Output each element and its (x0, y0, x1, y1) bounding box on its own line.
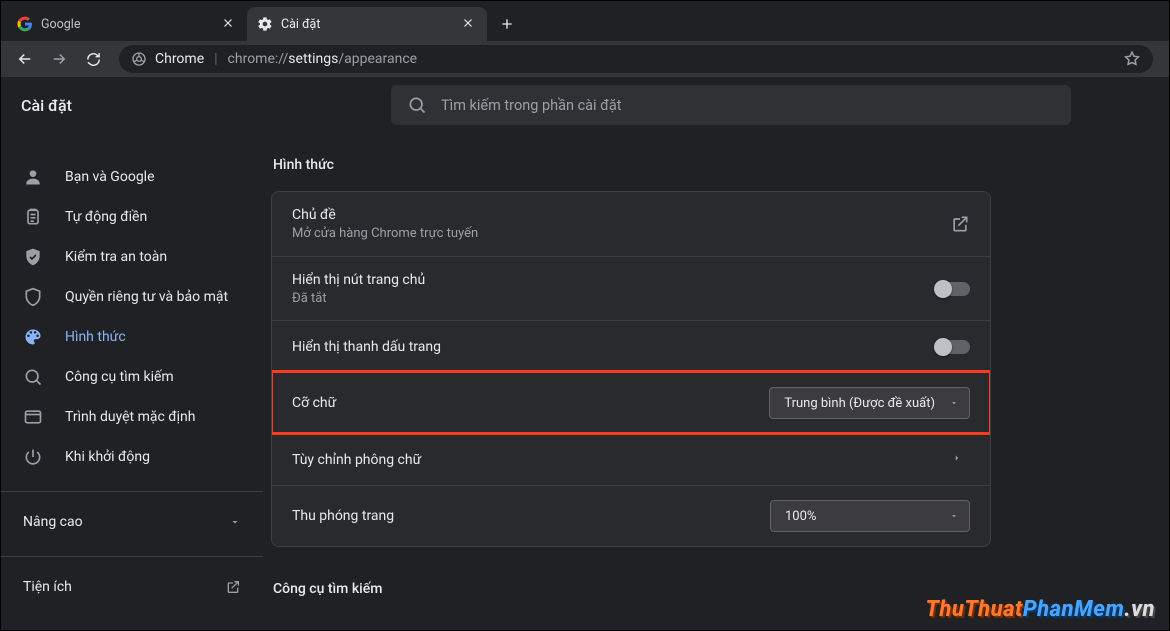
shield-icon (23, 287, 43, 307)
row-label: Cỡ chữ (292, 395, 753, 411)
url-part: /appearance (338, 51, 417, 67)
browser-icon (23, 407, 43, 427)
row-font-size[interactable]: Cỡ chữ Trung bình (Được đề xuất) (272, 372, 990, 433)
tab-title: Google (41, 17, 213, 32)
chevron-right-icon (952, 451, 970, 469)
caret-down-icon (949, 398, 959, 408)
sidebar-item-search-engine[interactable]: Công cụ tìm kiếm (1, 357, 263, 397)
sidebar-item-privacy[interactable]: Quyền riêng tư và bảo mật (1, 277, 263, 317)
close-icon[interactable] (221, 16, 237, 32)
tab-google[interactable]: Google (7, 7, 247, 41)
sidebar-item-default-browser[interactable]: Trình duyệt mặc định (1, 397, 263, 437)
sidebar-item-label: Khi khởi động (65, 449, 253, 465)
page-zoom-select[interactable]: 100% (770, 500, 970, 532)
clipboard-icon (23, 207, 43, 227)
page-title: Cài đặt (21, 96, 351, 115)
sidebar-item-label: Nâng cao (23, 514, 207, 530)
sidebar-divider (1, 556, 263, 557)
sidebar-item-label: Kiểm tra an toàn (65, 249, 253, 265)
sidebar-item-extensions[interactable]: Tiện ích (1, 567, 263, 607)
tab-title: Cài đặt (281, 17, 453, 32)
forward-button[interactable] (45, 45, 73, 73)
browser-toolbar: Chrome | chrome://settings/appearance (1, 41, 1169, 77)
google-favicon (17, 16, 33, 32)
toggle-home-button[interactable] (936, 282, 970, 296)
section-title-search-engine: Công cụ tìm kiếm (273, 581, 991, 597)
bookmark-star-icon[interactable] (1123, 50, 1141, 68)
sidebar-item-autofill[interactable]: Tự động điền (1, 197, 263, 237)
new-tab-button[interactable] (493, 10, 521, 38)
search-icon (23, 367, 43, 387)
tab-settings[interactable]: Cài đặt (247, 7, 487, 41)
settings-search-input[interactable] (441, 97, 1055, 114)
settings-main: Hình thức Chủ đề Mở cửa hàng Chrome trực… (271, 133, 1169, 630)
back-button[interactable] (11, 45, 39, 73)
row-home-button[interactable]: Hiển thị nút trang chủ Đã tắt (272, 256, 990, 320)
row-sublabel: Mở cửa hàng Chrome trực tuyến (292, 226, 934, 241)
row-label: Chủ đề (292, 207, 934, 223)
sidebar-item-you-and-google[interactable]: Bạn và Google (1, 157, 263, 197)
chevron-down-icon (229, 516, 241, 528)
row-label: Hiển thị thanh dấu trang (292, 339, 920, 355)
tab-strip: Google Cài đặt (1, 1, 1169, 41)
select-value: 100% (785, 509, 816, 524)
open-external-icon (225, 579, 241, 595)
select-value: Trung bình (Được đề xuất) (784, 396, 935, 411)
sidebar-item-label: Trình duyệt mặc định (65, 409, 253, 425)
url-scheme: Chrome (155, 51, 204, 67)
settings-page: Cài đặt Bạn và Google Tự động điền (1, 77, 1169, 630)
shield-check-icon (23, 247, 43, 267)
row-bookmarks-bar[interactable]: Hiển thị thanh dấu trang (272, 320, 990, 372)
sidebar-item-advanced[interactable]: Nâng cao (1, 502, 263, 542)
caret-down-icon (949, 511, 959, 521)
sidebar-item-label: Hình thức (65, 329, 253, 345)
palette-icon (23, 327, 43, 347)
sidebar-item-label: Tiện ích (23, 579, 203, 595)
sidebar-item-label: Bạn và Google (65, 169, 253, 185)
settings-header: Cài đặt (1, 77, 1169, 133)
row-label: Thu phóng trang (292, 508, 754, 524)
sidebar-item-on-startup[interactable]: Khi khởi động (1, 437, 263, 477)
settings-sidebar: Bạn và Google Tự động điền Kiểm tra an t… (1, 133, 271, 630)
browser-window: Google Cài đặt (0, 0, 1170, 631)
settings-search[interactable] (391, 85, 1071, 125)
sidebar-item-safety-check[interactable]: Kiểm tra an toàn (1, 237, 263, 277)
person-icon (23, 167, 43, 187)
sidebar-divider (1, 491, 263, 492)
open-external-icon (950, 214, 970, 234)
sidebar-item-label: Quyền riêng tư và bảo mật (65, 289, 253, 305)
url-part: chrome:// (228, 51, 289, 67)
toggle-bookmarks-bar[interactable] (936, 340, 970, 354)
close-icon[interactable] (461, 16, 477, 32)
row-theme[interactable]: Chủ đề Mở cửa hàng Chrome trực tuyến (272, 192, 990, 256)
row-label: Tùy chỉnh phông chữ (292, 452, 936, 468)
url-part: settings (288, 51, 338, 67)
sidebar-item-label: Tự động điền (65, 209, 253, 225)
row-sublabel: Đã tắt (292, 291, 920, 306)
sidebar-item-label: Công cụ tìm kiếm (65, 369, 253, 385)
address-bar[interactable]: Chrome | chrome://settings/appearance (119, 45, 1153, 73)
power-icon (23, 447, 43, 467)
chrome-page-icon (131, 51, 147, 67)
row-page-zoom[interactable]: Thu phóng trang 100% (272, 485, 990, 546)
appearance-card: Chủ đề Mở cửa hàng Chrome trực tuyến Hiể… (271, 191, 991, 547)
search-icon (407, 95, 427, 115)
gear-icon (257, 16, 273, 32)
reload-button[interactable] (79, 45, 107, 73)
row-customize-fonts[interactable]: Tùy chỉnh phông chữ (272, 433, 990, 485)
font-size-select[interactable]: Trung bình (Được đề xuất) (769, 387, 970, 419)
sidebar-item-appearance[interactable]: Hình thức (1, 317, 263, 357)
section-title-appearance: Hình thức (273, 157, 991, 173)
row-label: Hiển thị nút trang chủ (292, 272, 920, 288)
